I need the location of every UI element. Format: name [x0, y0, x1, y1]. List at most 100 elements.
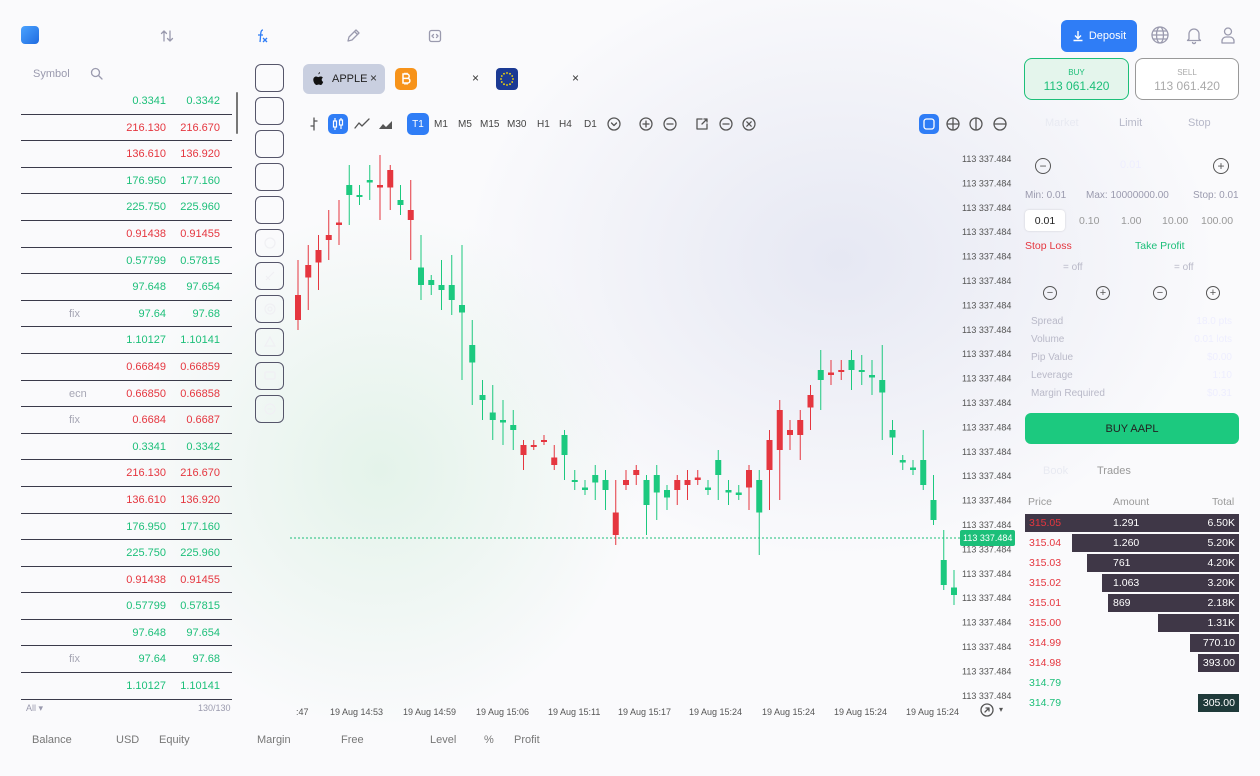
- orderbook-row[interactable]: 314.98 393.00: [1025, 654, 1239, 672]
- tab-close-icon[interactable]: ×: [472, 71, 479, 85]
- tool-button[interactable]: [255, 295, 284, 323]
- qty-preset[interactable]: 0.10: [1079, 210, 1099, 231]
- tp-increase-icon[interactable]: +: [1206, 286, 1220, 300]
- tool-button[interactable]: [255, 362, 284, 390]
- scale-dropdown-icon[interactable]: ▾: [999, 705, 1003, 714]
- timeframe-h1[interactable]: H1: [537, 113, 550, 135]
- tool-button[interactable]: [255, 64, 284, 92]
- watchlist-row[interactable]: 1.10127 1.10141: [21, 673, 232, 700]
- tool-button[interactable]: [255, 395, 284, 423]
- candlestick-icon[interactable]: [328, 114, 348, 134]
- qty-preset[interactable]: 1.00: [1121, 210, 1141, 231]
- watchlist-row[interactable]: 225.750 225.960: [21, 540, 232, 567]
- watchlist-row[interactable]: 225.750 225.960: [21, 194, 232, 221]
- watchlist-row[interactable]: 136.610 136.920: [21, 487, 232, 514]
- layout-columns-icon[interactable]: [966, 114, 986, 134]
- orderbook-row[interactable]: 315.00 1.31K: [1025, 614, 1239, 632]
- watchlist-filter[interactable]: All ▾: [26, 703, 43, 714]
- watchlist-row[interactable]: 0.91438 0.91455: [21, 567, 232, 594]
- code-icon[interactable]: [426, 27, 444, 45]
- timeframe-d1[interactable]: D1: [584, 113, 597, 135]
- deposit-button[interactable]: Deposit: [1061, 20, 1137, 52]
- orderbook-row[interactable]: 315.02 1.063 3.20K: [1025, 574, 1239, 592]
- tab-euro[interactable]: [496, 68, 518, 90]
- chevron-down-icon[interactable]: [604, 114, 624, 134]
- watchlist-row[interactable]: 0.91438 0.91455: [21, 221, 232, 248]
- orderbook-row[interactable]: 314.79: [1025, 674, 1239, 692]
- tool-button[interactable]: [255, 262, 284, 290]
- watchlist-row[interactable]: 97.648 97.654: [21, 274, 232, 301]
- area-chart-icon[interactable]: [376, 114, 396, 134]
- watchlist-row[interactable]: 0.3341 0.3342: [21, 434, 232, 461]
- watchlist-row[interactable]: ecn 0.66850 0.66858: [21, 381, 232, 408]
- zoom-in-icon[interactable]: [636, 114, 656, 134]
- tool-button[interactable]: [255, 229, 284, 257]
- order-type-market[interactable]: Market: [1045, 117, 1079, 129]
- price-chart[interactable]: 113 337.484113 337.484113 337.484113 337…: [290, 145, 1020, 725]
- line-chart-icon[interactable]: [352, 114, 372, 134]
- app-logo[interactable]: [21, 26, 39, 44]
- watchlist-row[interactable]: fix 0.6684 0.6687: [21, 407, 232, 434]
- tab-close-icon[interactable]: ×: [370, 71, 377, 85]
- timeframe-m30[interactable]: M30: [507, 113, 526, 135]
- close-circle-icon[interactable]: [739, 114, 759, 134]
- tab-bitcoin[interactable]: [395, 68, 417, 90]
- tab-close-icon[interactable]: ×: [572, 71, 579, 85]
- tool-button[interactable]: [255, 196, 284, 224]
- watchlist-row[interactable]: 0.57799 0.57815: [21, 248, 232, 275]
- order-type-limit[interactable]: Limit: [1119, 117, 1142, 129]
- timeframe-h4[interactable]: H4: [559, 113, 572, 135]
- layout-rows-icon[interactable]: [990, 114, 1010, 134]
- buy-aapl-button[interactable]: BUY AAPL: [1025, 413, 1239, 444]
- sl-decrease-icon[interactable]: −: [1043, 286, 1057, 300]
- orderbook-row[interactable]: 314.79 305.00: [1025, 694, 1239, 712]
- orderbook-row[interactable]: 314.99 770.10: [1025, 634, 1239, 652]
- qty-preset[interactable]: 100.00: [1201, 210, 1233, 231]
- watchlist-row[interactable]: 0.66849 0.66859: [21, 354, 232, 381]
- function-icon[interactable]: [253, 27, 271, 45]
- watchlist-row[interactable]: 1.10127 1.10141: [21, 327, 232, 354]
- timeframe-t1[interactable]: T1: [407, 113, 429, 135]
- qty-increase-icon[interactable]: +: [1213, 158, 1229, 174]
- timeframe-m15[interactable]: M15: [480, 113, 499, 135]
- globe-icon[interactable]: [1149, 24, 1171, 46]
- orderbook-row[interactable]: 315.03 761 4.20K: [1025, 554, 1239, 572]
- watchlist-row[interactable]: 0.57799 0.57815: [21, 593, 232, 620]
- qty-preset[interactable]: 10.00: [1162, 210, 1188, 231]
- orderbook-row[interactable]: 315.01 869 2.18K: [1025, 594, 1239, 612]
- pencil-icon[interactable]: [344, 27, 362, 45]
- user-icon[interactable]: [1217, 24, 1239, 46]
- take-profit-input[interactable]: = off: [1174, 262, 1194, 273]
- watchlist-row[interactable]: 216.130 216.670: [21, 115, 232, 142]
- search-icon[interactable]: [90, 67, 103, 80]
- timeframe-m5[interactable]: M5: [458, 113, 472, 135]
- layout-single-icon[interactable]: [919, 114, 939, 134]
- qty-decrease-icon[interactable]: −: [1035, 158, 1051, 174]
- watchlist-scrollbar[interactable]: [236, 92, 238, 134]
- order-type-stop[interactable]: Stop: [1188, 117, 1211, 129]
- tool-button[interactable]: [255, 130, 284, 158]
- orderbook-row[interactable]: 315.04 1.260 5.20K: [1025, 534, 1239, 552]
- qty-input[interactable]: 0.01: [1120, 159, 1141, 171]
- minus-circle-icon[interactable]: [716, 114, 736, 134]
- tool-button[interactable]: [255, 328, 284, 356]
- bell-icon[interactable]: [1183, 24, 1205, 46]
- timeframe-m1[interactable]: M1: [434, 113, 448, 135]
- stop-loss-input[interactable]: = off: [1063, 262, 1083, 273]
- watchlist-row[interactable]: 216.130 216.670: [21, 460, 232, 487]
- zoom-out-icon[interactable]: [660, 114, 680, 134]
- watchlist-row[interactable]: fix 97.64 97.68: [21, 301, 232, 328]
- tool-button[interactable]: [255, 97, 284, 125]
- watchlist-row[interactable]: 136.610 136.920: [21, 141, 232, 168]
- expand-icon[interactable]: [692, 114, 712, 134]
- tp-decrease-icon[interactable]: −: [1153, 286, 1167, 300]
- tick-chart-icon[interactable]: [306, 114, 326, 134]
- qty-preset[interactable]: 0.01: [1025, 210, 1065, 231]
- watchlist-row[interactable]: 176.950 177.160: [21, 168, 232, 195]
- watchlist-row[interactable]: 0.3341 0.3342: [21, 88, 232, 115]
- sort-icon[interactable]: [158, 27, 176, 45]
- watchlist-row[interactable]: 176.950 177.160: [21, 514, 232, 541]
- tab-trades[interactable]: Trades: [1097, 465, 1131, 477]
- sell-price-button[interactable]: SELL 113 061.420: [1135, 58, 1239, 100]
- tab-book[interactable]: Book: [1043, 465, 1068, 477]
